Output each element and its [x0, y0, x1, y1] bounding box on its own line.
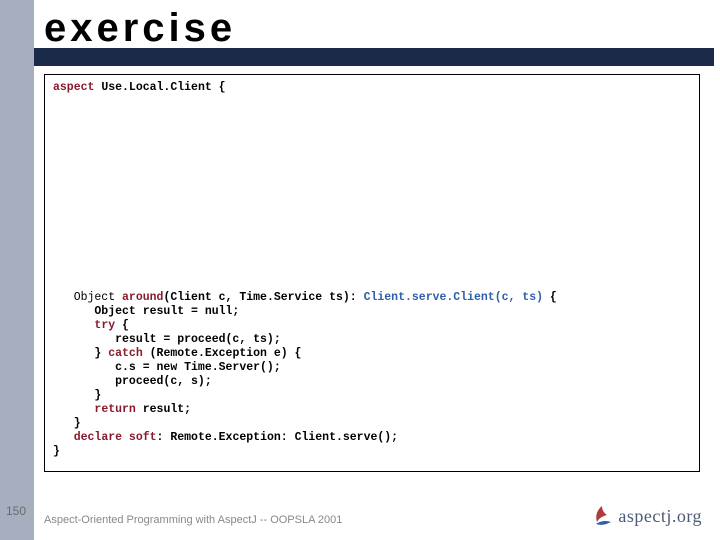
code-text: }: [53, 417, 81, 430]
code-text: [53, 403, 94, 416]
code-text: Object result = null;: [53, 305, 239, 318]
code-text: : Remote.Exception: Client.serve();: [157, 431, 399, 444]
code-block: aspect Use.Local.Client { Object around(…: [53, 81, 691, 459]
slide: exercise aspect Use.Local.Client { Objec…: [0, 0, 720, 540]
code-text: }: [53, 445, 60, 458]
logo: aspectj.org: [590, 504, 702, 528]
code-text: Object: [53, 291, 122, 304]
aspectj-logo-icon: [590, 504, 614, 528]
code-text: proceed(c, s);: [53, 375, 212, 388]
keyword-around: around: [122, 291, 163, 304]
code-text: result = proceed(c, ts);: [53, 333, 281, 346]
footer-text: Aspect-Oriented Programming with AspectJ…: [44, 514, 342, 526]
code-text: (Client c, Time.Service ts):: [163, 291, 363, 304]
logo-text: aspectj.org: [618, 506, 702, 527]
slide-number: 150: [6, 504, 26, 518]
pointcut-ref: Client.serve.Client(c, ts): [364, 291, 543, 304]
code-frame: aspect Use.Local.Client { Object around(…: [44, 74, 700, 472]
keyword-aspect: aspect: [53, 81, 94, 94]
code-text: (Remote.Exception e) {: [143, 347, 302, 360]
sidebar-decoration: [0, 0, 34, 540]
code-text: c.s = new Time.Server();: [53, 361, 281, 374]
code-text: {: [543, 291, 557, 304]
code-text: {: [115, 319, 129, 332]
keyword-try: try: [94, 319, 115, 332]
code-text: result;: [136, 403, 191, 416]
code-text: Use.Local.Client {: [94, 81, 225, 94]
code-text: [53, 431, 74, 444]
code-text: [53, 319, 94, 332]
code-text: }: [53, 389, 101, 402]
keyword-declare-soft: declare soft: [74, 431, 157, 444]
code-text: }: [53, 347, 108, 360]
keyword-return: return: [94, 403, 135, 416]
slide-title: exercise: [44, 6, 236, 51]
keyword-catch: catch: [108, 347, 143, 360]
